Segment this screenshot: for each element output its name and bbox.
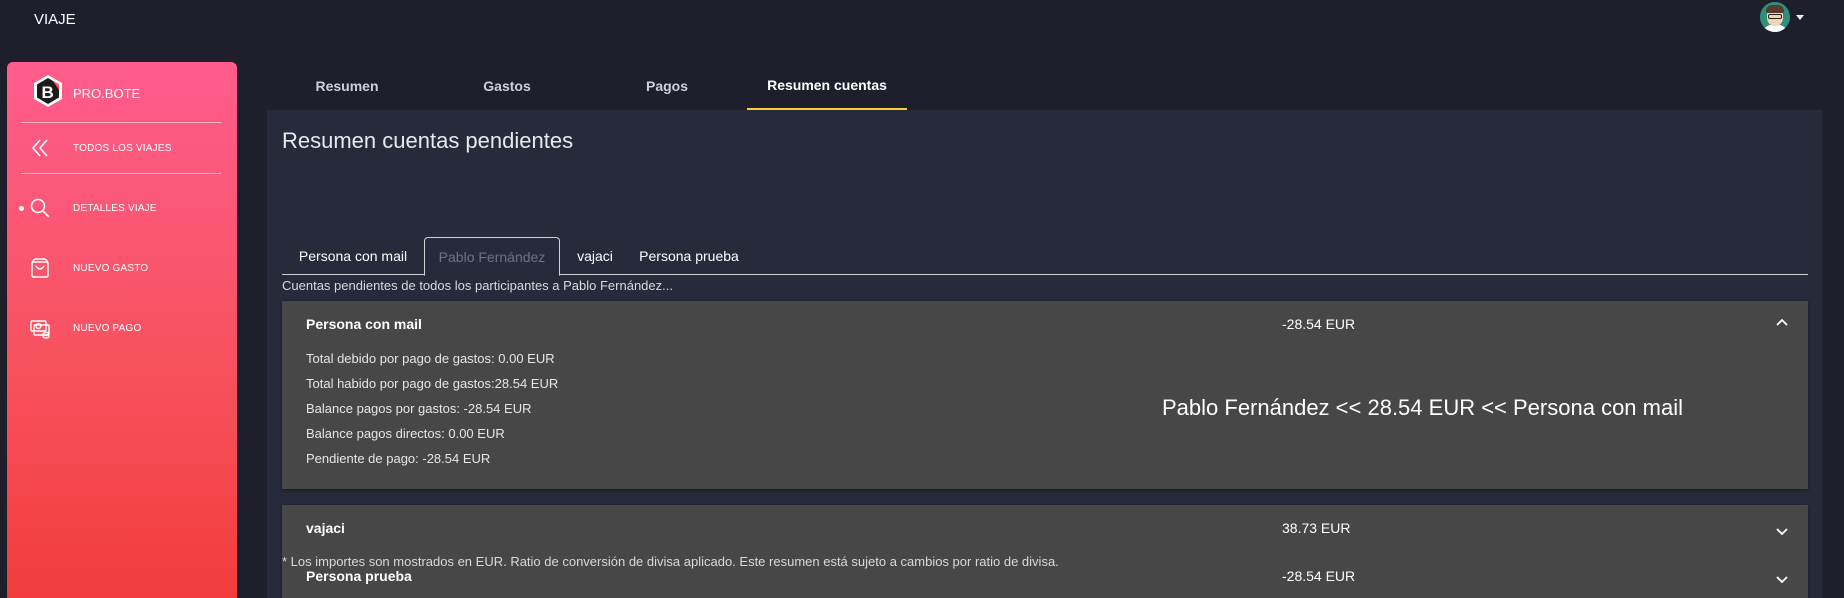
brand[interactable]: B PRO.BOTE bbox=[31, 74, 140, 108]
sidebar-item-nuevo-gasto[interactable]: NUEVO GASTO bbox=[27, 250, 227, 286]
summary-panel: Resumen cuentas pendientes Persona con m… bbox=[267, 110, 1822, 598]
tab-resumen[interactable]: Resumen bbox=[267, 62, 427, 110]
account-name: Persona con mail bbox=[306, 316, 422, 332]
detail-total-debido: Total debido por pago de gastos: 0.00 EU… bbox=[306, 351, 555, 366]
account-amount: 38.73 EUR bbox=[1282, 520, 1351, 536]
detail-total-habido: Total habido por pago de gastos:28.54 EU… bbox=[306, 376, 559, 391]
sidebar-item-detalles-viaje[interactable]: DETALLES VIAJE bbox=[27, 190, 227, 226]
page-title: Resumen cuentas pendientes bbox=[282, 128, 574, 153]
sidebar-item-label: NUEVO GASTO bbox=[73, 262, 149, 274]
settlement-text: Pablo Fernández << 28.54 EUR << Persona … bbox=[1162, 395, 1683, 420]
sidebar-item-label: NUEVO PAGO bbox=[73, 322, 142, 334]
panel-subtitle: Cuentas pendientes de todos los particip… bbox=[282, 278, 673, 293]
sidebar-item-todos-los-viajes[interactable]: TODOS LOS VIAJES bbox=[27, 130, 227, 166]
tab-gastos[interactable]: Gastos bbox=[427, 62, 587, 110]
user-menu[interactable] bbox=[1760, 2, 1804, 32]
tab-resumen-cuentas[interactable]: Resumen cuentas bbox=[747, 62, 907, 110]
account-list-collapsed: vajaci 38.73 EUR Persona prueba -28.54 E… bbox=[282, 505, 1808, 598]
svg-text:B: B bbox=[42, 83, 54, 102]
account-row-vajaci[interactable]: vajaci 38.73 EUR bbox=[282, 505, 1808, 553]
account-amount: -28.54 EUR bbox=[1282, 316, 1356, 332]
chevrons-left-icon bbox=[27, 135, 53, 161]
person-tabs: Persona con mail Pablo Fernández vajaci … bbox=[282, 237, 1808, 276]
main-content: Resumen Gastos Pagos Resumen cuentas Res… bbox=[267, 62, 1822, 598]
brand-logo-icon: B bbox=[34, 75, 62, 107]
tab-pagos[interactable]: Pagos bbox=[587, 62, 747, 110]
currency-footnote: * Los importes son mostrados en EUR. Rat… bbox=[282, 554, 1059, 569]
account-name: Persona prueba bbox=[306, 568, 412, 584]
chevron-down-icon[interactable] bbox=[1774, 571, 1790, 587]
payment-icon bbox=[27, 315, 53, 341]
chevron-up-icon[interactable] bbox=[1774, 315, 1790, 331]
search-icon bbox=[27, 195, 53, 221]
detail-pendiente: Pendiente de pago: -28.54 EUR bbox=[306, 451, 491, 466]
sidebar-divider bbox=[21, 173, 221, 174]
person-tab-pablo-fernandez[interactable]: Pablo Fernández bbox=[424, 237, 560, 276]
sidebar-item-nuevo-pago[interactable]: NUEVO PAGO bbox=[27, 310, 227, 346]
detail-balance-gastos: Balance pagos por gastos: -28.54 EUR bbox=[306, 401, 532, 416]
account-header[interactable]: Persona con mail -28.54 EUR bbox=[282, 301, 1808, 349]
person-tab-persona-con-mail[interactable]: Persona con mail bbox=[282, 237, 424, 275]
person-tab-vajaci[interactable]: vajaci bbox=[560, 237, 630, 275]
sidebar-item-label: DETALLES VIAJE bbox=[73, 202, 157, 214]
detail-balance-directos: Balance pagos directos: 0.00 EUR bbox=[306, 426, 505, 441]
account-card-persona-con-mail: Persona con mail -28.54 EUR Total debido… bbox=[282, 301, 1808, 489]
top-bar: VIAJE bbox=[0, 0, 1844, 40]
active-indicator bbox=[19, 206, 24, 211]
account-name: vajaci bbox=[306, 520, 345, 536]
account-amount: -28.54 EUR bbox=[1282, 568, 1356, 584]
sidebar-divider bbox=[21, 122, 221, 123]
brand-name: PRO.BOTE bbox=[73, 85, 141, 101]
sidebar-item-label: TODOS LOS VIAJES bbox=[73, 142, 172, 154]
shopping-bag-icon bbox=[27, 255, 53, 281]
person-tab-persona-prueba[interactable]: Persona prueba bbox=[630, 237, 748, 275]
main-tabs: Resumen Gastos Pagos Resumen cuentas bbox=[267, 62, 1822, 110]
sidebar: B PRO.BOTE TODOS LOS VIAJES DETALLES VIA… bbox=[7, 62, 237, 598]
chevron-down-icon[interactable] bbox=[1774, 523, 1790, 539]
user-avatar-icon[interactable] bbox=[1760, 2, 1790, 32]
app-title: VIAJE bbox=[34, 11, 76, 28]
chevron-down-icon[interactable] bbox=[1796, 14, 1804, 20]
